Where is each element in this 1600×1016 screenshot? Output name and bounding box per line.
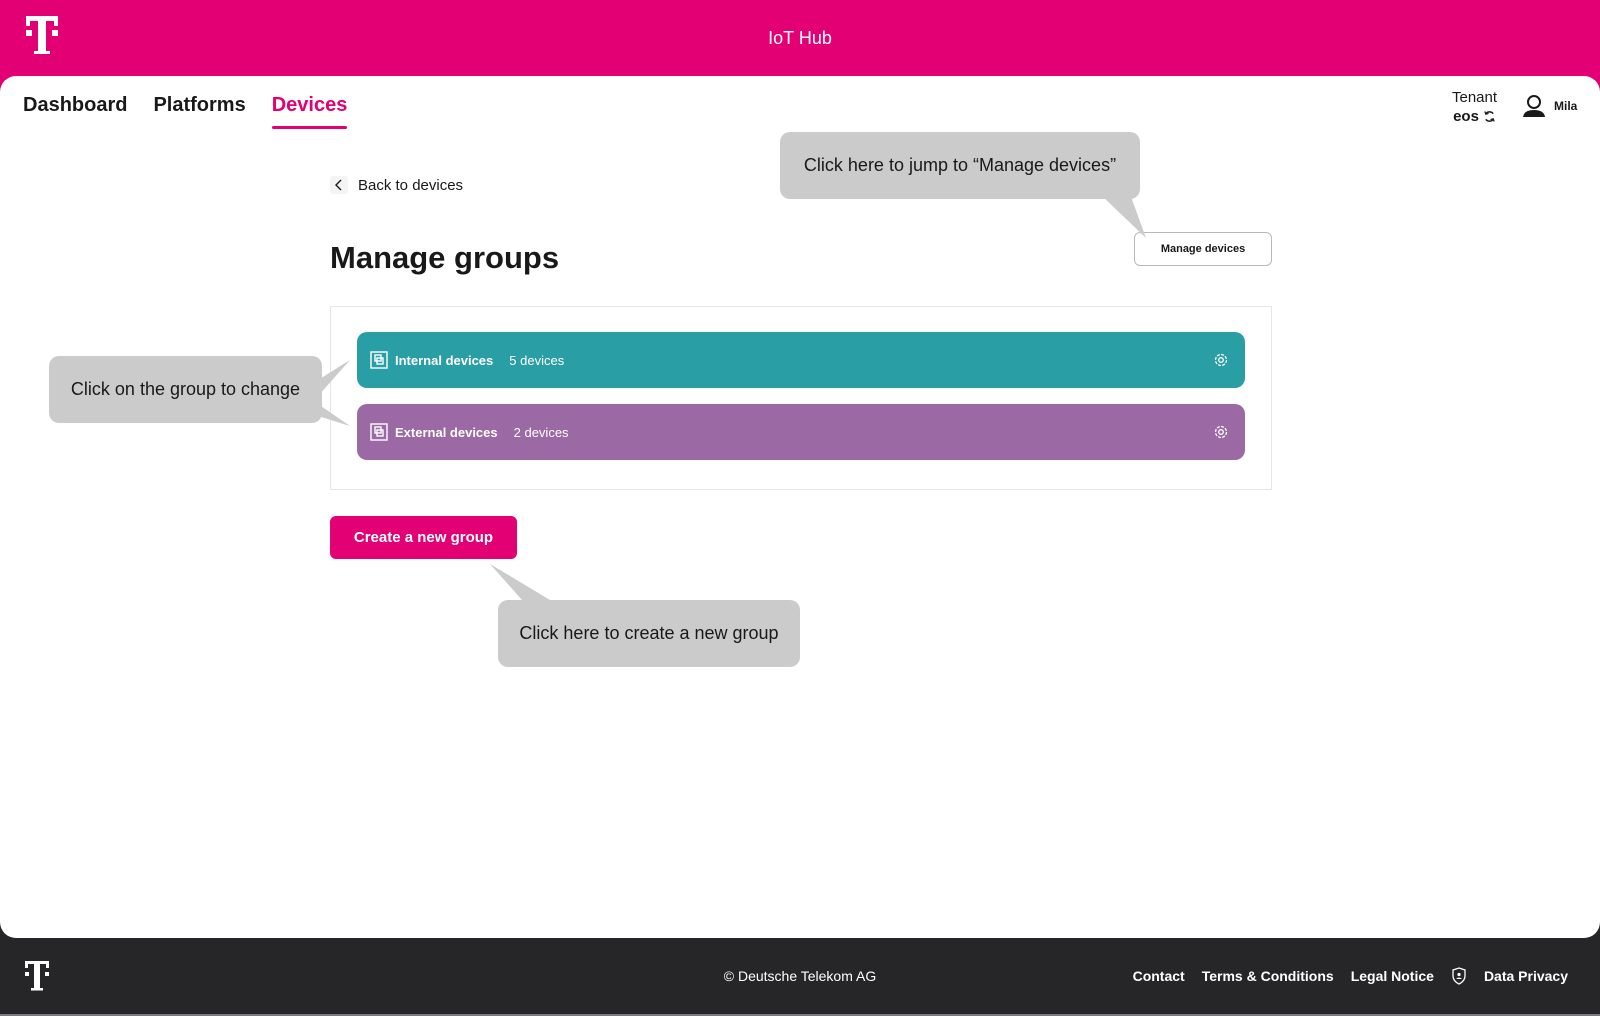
group-icon <box>370 423 388 441</box>
manage-devices-button[interactable]: Manage devices <box>1134 232 1272 266</box>
footer-links: Contact Terms & Conditions Legal Notice … <box>1133 967 1568 985</box>
nav-dashboard[interactable]: Dashboard <box>23 94 127 129</box>
main-nav: Dashboard Platforms Devices <box>23 94 347 129</box>
group-row-external[interactable]: External devices 2 devices <box>357 404 1245 460</box>
back-link-label: Back to devices <box>358 176 464 194</box>
group-device-count: 5 devices <box>509 352 565 368</box>
main-content: Dashboard Platforms Devices Tenant eos M… <box>0 76 1600 938</box>
tenant-label: Tenant <box>1452 89 1498 106</box>
group-row-internal[interactable]: Internal devices 5 devices <box>357 332 1245 388</box>
callout-create-group: Click here to create a new group <box>498 600 800 667</box>
create-group-button[interactable]: Create a new group <box>330 516 517 559</box>
group-name: Internal devices <box>395 352 494 368</box>
page-title: Manage groups <box>330 240 560 275</box>
nav-platforms[interactable]: Platforms <box>153 94 245 129</box>
callout-change-group: Click on the group to change <box>49 356 322 423</box>
footer-link-legal[interactable]: Legal Notice <box>1351 968 1434 984</box>
footer-link-terms[interactable]: Terms & Conditions <box>1202 968 1334 984</box>
callout-tail <box>490 564 550 600</box>
group-name: External devices <box>395 424 498 440</box>
gear-icon[interactable] <box>1211 422 1231 442</box>
tenant-switcher[interactable]: Tenant eos <box>1452 88 1497 126</box>
tenant-value: eos <box>1453 108 1479 125</box>
groups-panel: Internal devices 5 devices External devi… <box>330 306 1272 490</box>
footer: © Deutsche Telekom AG Contact Terms & Co… <box>0 938 1600 1014</box>
group-icon <box>370 351 388 369</box>
group-device-count: 2 devices <box>513 424 569 440</box>
chevron-left-icon <box>330 176 348 194</box>
callout-tail <box>1100 194 1146 238</box>
user-menu[interactable]: Mila <box>1522 94 1577 118</box>
callout-manage-devices: Click here to jump to “Manage devices” <box>780 132 1140 199</box>
back-to-devices-link[interactable]: Back to devices <box>330 176 463 194</box>
user-name: Mila <box>1554 99 1578 113</box>
app-title: IoT Hub <box>768 28 832 48</box>
shield-icon <box>1452 967 1466 985</box>
footer-link-privacy[interactable]: Data Privacy <box>1484 968 1568 984</box>
user-icon <box>1523 95 1545 117</box>
gear-icon[interactable] <box>1211 350 1231 370</box>
refresh-icon[interactable] <box>1483 110 1496 123</box>
footer-link-contact[interactable]: Contact <box>1133 968 1185 984</box>
nav-devices[interactable]: Devices <box>271 94 347 129</box>
